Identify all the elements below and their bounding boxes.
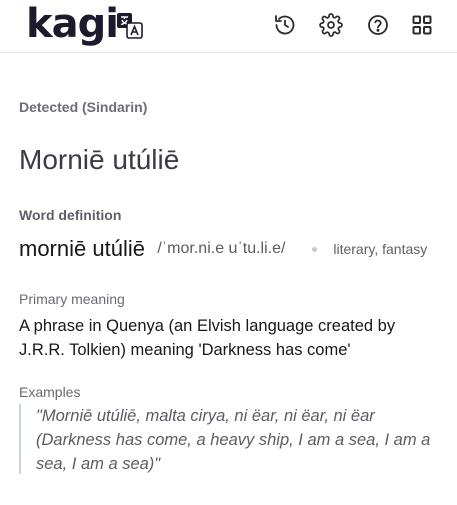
primary-meaning-text: A phrase in Quenya (an Elvish language c… — [19, 317, 396, 359]
defined-word: morniē utúliē — [19, 236, 145, 261]
word-definition-row: morniē utúliē /ˈmor.ni.e uˈtu.li.e/ lite… — [19, 236, 439, 266]
word-definition-heading: Word definition — [19, 207, 122, 223]
kagi-logo[interactable]: kagi — [26, 4, 119, 44]
examples-label: Examples — [19, 384, 81, 400]
apps-icon[interactable] — [410, 13, 434, 37]
example-quote: "Morniē utúliē, malta cirya, ni ëar, ni … — [19, 404, 439, 474]
detected-language-label: Detected (Sindarin) — [19, 99, 148, 115]
top-bar: kagi — [0, 0, 457, 53]
help-icon[interactable] — [366, 13, 390, 37]
history-icon[interactable] — [273, 13, 297, 37]
usage-tags: literary, fantasy — [333, 241, 428, 257]
separator-dot — [311, 246, 317, 252]
source-text: Morniē utúliē — [19, 144, 180, 175]
translate-icon — [116, 12, 143, 39]
settings-icon[interactable] — [319, 13, 343, 37]
pronunciation: /ˈmor.ni.e uˈtu.li.e/ — [157, 240, 286, 257]
primary-meaning-label: Primary meaning — [19, 291, 125, 307]
